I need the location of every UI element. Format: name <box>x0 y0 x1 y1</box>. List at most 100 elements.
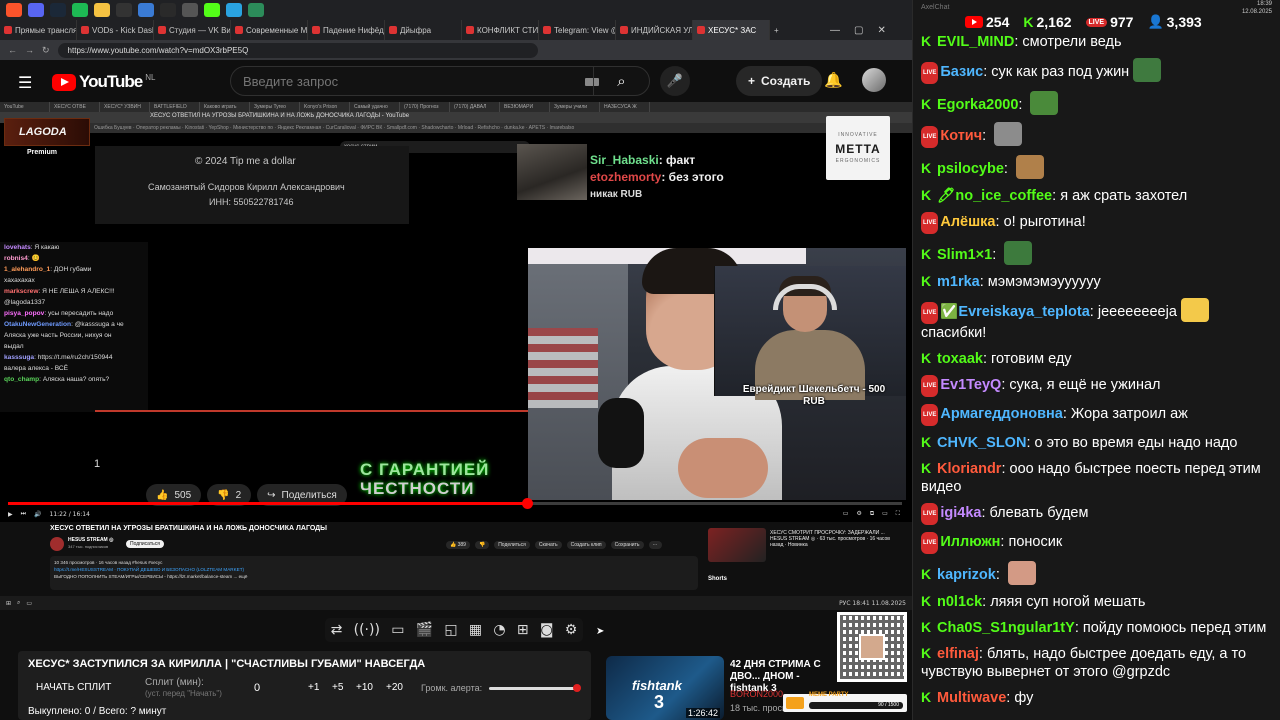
grid-icon[interactable] <box>248 3 264 17</box>
video-progress-bar[interactable] <box>8 498 902 509</box>
add-icon[interactable]: ⊞ <box>517 622 529 638</box>
nested-clock: РУС 18:41 11.08.2025 <box>839 599 906 607</box>
crop-icon[interactable]: ◱ <box>444 622 457 638</box>
total-count: 3,393 <box>1166 14 1202 30</box>
browser-tab-label: Дйыфра <box>400 25 432 35</box>
split-minutes-value[interactable]: 0 <box>254 682 260 694</box>
miniplayer-icon[interactable]: ⧉ <box>870 510 874 518</box>
next-icon[interactable]: ⏭ <box>21 510 26 518</box>
browser-tab[interactable]: КОНФЛИКТ СТИНТ <box>462 20 539 40</box>
reload-icon[interactable]: ↻ <box>42 45 50 56</box>
x-icon[interactable] <box>116 3 132 17</box>
voice-search-mic-icon[interactable]: 🎤 <box>660 66 690 96</box>
discord-icon[interactable] <box>28 3 44 17</box>
rec-thumbnail[interactable]: fishtank 3 1:26:42 <box>606 656 724 720</box>
alert-volume-slider[interactable] <box>489 684 581 692</box>
app-icon[interactable] <box>138 3 154 17</box>
volume-icon[interactable]: 🔊 <box>34 511 41 518</box>
youtube-logo[interactable]: YouTube NL <box>52 72 155 92</box>
browser-tab[interactable]: Падение Нифёдова <box>308 20 385 40</box>
clapper-icon[interactable]: 🎬 <box>416 622 433 638</box>
kick-icon[interactable] <box>204 3 220 17</box>
camera-icon[interactable]: ▭ <box>391 622 404 638</box>
nested-video-page: ХЕСУС ОТВЕТИЛ НА УГРОЗЫ БРАТИШКИНА И НА … <box>0 522 912 596</box>
broadcast-icon[interactable]: ((·)) <box>354 622 380 638</box>
theater-icon[interactable]: ▭ <box>882 510 888 518</box>
related-video: ХЕСУС СМОТРИТ ПРОСРОЧКУ: ЗАДЕРЖАЛИ ... H… <box>708 528 904 588</box>
notifications-bell-icon[interactable]: 🔔 <box>824 71 843 89</box>
search-button[interactable]: ⌕ <box>593 66 649 96</box>
spotify-icon[interactable] <box>72 3 88 17</box>
browser-tab[interactable]: VODs - Kick Dashboard <box>77 20 154 40</box>
steam-icon[interactable] <box>50 3 66 17</box>
obs-icon[interactable] <box>182 3 198 17</box>
frame-icon[interactable]: ▦ <box>469 622 482 638</box>
live-badge-icon: LIVE <box>921 302 939 324</box>
split-minutes-hint: (уст. перед "Начать") <box>145 689 222 698</box>
browser-tab[interactable]: ХЕСУС* ЗАС <box>693 20 770 40</box>
photo-icon[interactable]: ◙ <box>540 622 554 638</box>
left-chat-text: валера алекса - ВСЁ <box>4 365 69 372</box>
description-stats: 10 346 просмотров · 16 часов назад #hesu… <box>54 560 163 565</box>
browser-tab[interactable]: Современные Мальчики <box>231 20 308 40</box>
browser-tab[interactable]: Студия — VK Видео <box>154 20 231 40</box>
chat-message: K 🖊no_ice_coffee: я аж срать захотел <box>921 186 1273 205</box>
url-field[interactable]: https://www.youtube.com/watch?v=mdOX3rbP… <box>57 42 538 58</box>
nested-action-button: 👍 389 <box>446 541 470 549</box>
chat-username: EVIL_MIND <box>937 34 1015 50</box>
increment-5-button[interactable]: +5 <box>332 682 343 693</box>
create-label: Создать <box>761 74 811 88</box>
hamburger-menu-icon[interactable]: ☰ <box>18 73 32 92</box>
chat-text: ляяя суп ногой мешать <box>990 594 1146 610</box>
increment-1-button[interactable]: +1 <box>308 682 319 693</box>
chat-text: фу <box>1014 690 1034 706</box>
account-avatar[interactable] <box>862 68 886 92</box>
browser-tab[interactable]: Дйыфра <box>385 20 462 40</box>
telegram-icon[interactable] <box>226 3 242 17</box>
slider-handle[interactable] <box>573 684 581 692</box>
subtitles-icon[interactable]: ▭ <box>843 510 849 518</box>
kick-badge-icon: K <box>921 434 932 450</box>
settings-icon[interactable]: ⚙ <box>565 622 578 638</box>
chat-username: Egorka2000 <box>937 97 1019 113</box>
sponsor-name: METTA <box>835 142 881 156</box>
meme-party-widget: MEME PARTY 90 / 1500 <box>783 692 907 712</box>
chat-text: о! рыготина! <box>1003 214 1086 230</box>
explorer-icon[interactable] <box>94 3 110 17</box>
video-player[interactable]: YouTube ХЕСУС ОТВЕ ХЕСУС* УЗВИН BATTLEFIELD… <box>0 102 912 522</box>
maximize-icon[interactable]: ▢ <box>854 25 863 36</box>
start-split-button[interactable]: НАЧАТЬ СПЛИТ <box>36 682 111 693</box>
fullscreen-icon[interactable]: ⛶ <box>896 510 900 518</box>
browser-tab-label: ХЕСУС* ЗАС <box>708 25 757 35</box>
browser-tab[interactable]: ИНДИЙСКАЯ УЛИЦ <box>616 20 693 40</box>
app-icon[interactable] <box>160 3 176 17</box>
browser-tab[interactable]: Прямые трансляции <box>0 20 77 40</box>
tab-favicon-icon <box>697 26 705 34</box>
create-button[interactable]: + Создать <box>736 66 823 96</box>
settings-icon[interactable]: ⚙ <box>856 510 861 518</box>
play-icon[interactable]: ▶ <box>8 511 13 518</box>
inner-browser-tab: Зумеры учили <box>550 102 600 112</box>
channel-subscribers: 347 тыс. подписчиков <box>68 544 109 549</box>
back-icon[interactable]: ← <box>8 45 17 55</box>
increment-10-button[interactable]: +10 <box>356 682 373 693</box>
forward-icon[interactable]: → <box>25 45 34 55</box>
youtube-wordmark: YouTube <box>79 72 143 91</box>
close-icon[interactable]: ✕ <box>877 25 885 36</box>
rec-channel[interactable]: BORON2000 <box>730 689 783 699</box>
repeat-icon[interactable]: ⇄ <box>331 622 343 638</box>
inner-browser-tab: Konyo's Prison <box>300 102 350 112</box>
new-tab-button[interactable]: + <box>770 20 790 40</box>
brave-icon[interactable] <box>6 3 22 17</box>
nested-taskbar: ⊞ ⌕ ▭ РУС 18:41 11.08.2025 <box>0 596 912 610</box>
search-input[interactable] <box>243 74 573 89</box>
kick-badge-icon: K <box>921 187 932 203</box>
speed-icon[interactable]: ◔ <box>493 622 505 638</box>
minimize-icon[interactable]: — <box>830 25 840 36</box>
overlay-red-line <box>95 410 528 412</box>
chat-emote-icon <box>1030 91 1059 115</box>
chat-username: ✅Evreiskaya_teplota <box>940 304 1090 320</box>
browser-tab[interactable]: Telegram: View @m <box>539 20 616 40</box>
increment-20-button[interactable]: +20 <box>386 682 403 693</box>
chat-username: toxaak <box>937 351 983 367</box>
